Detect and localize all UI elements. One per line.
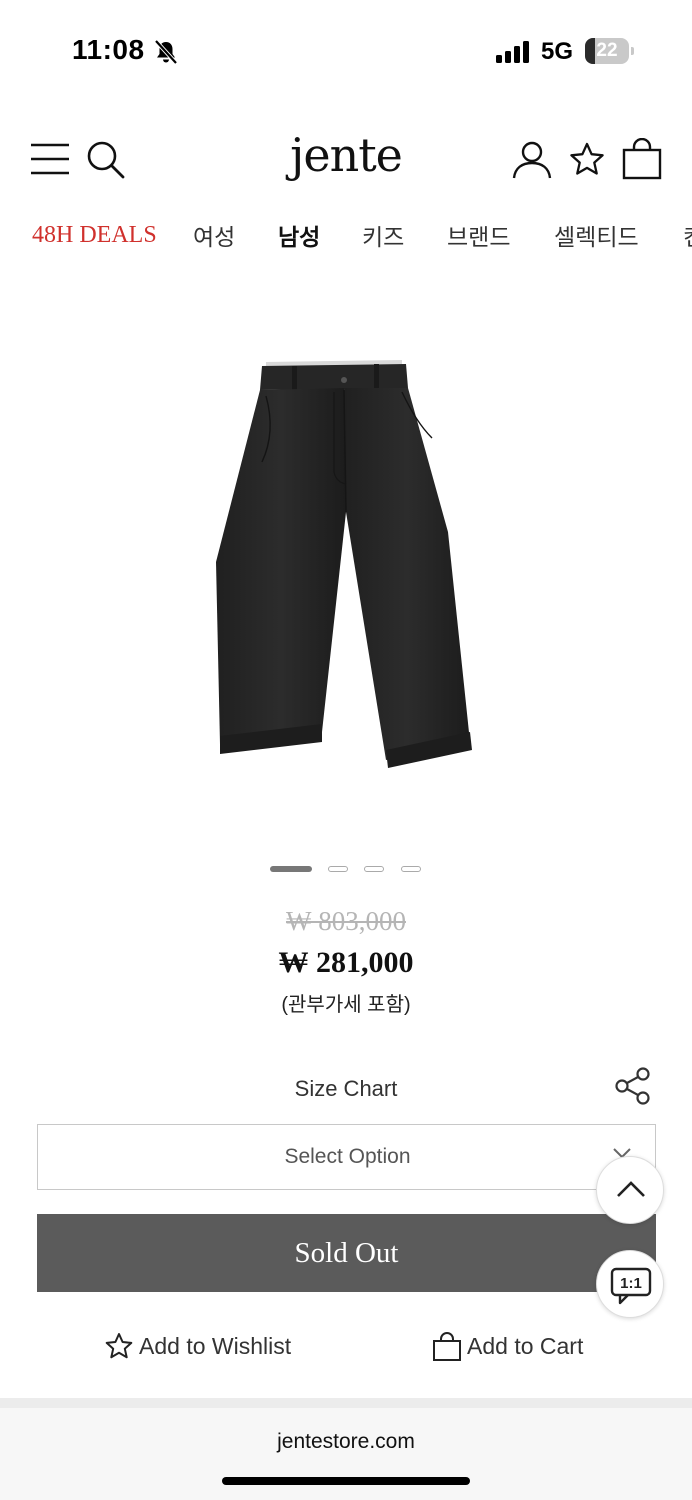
wishlist-label: Add to Wishlist [139,1333,292,1359]
site-logo[interactable]: jente [246,128,446,182]
star-icon[interactable] [568,141,606,179]
signal-icon [496,41,529,63]
option-select[interactable]: Select Option [37,1124,656,1190]
battery-icon: 22 [585,38,635,64]
chat-bubble-icon: 1:1 [610,1267,652,1305]
star-outline-icon [105,1333,133,1359]
option-select-value: Select Option [284,1145,411,1168]
browser-url-bar[interactable]: jentestore.com [0,1408,692,1500]
battery-level: 22 [596,40,618,61]
bag-icon [433,1332,461,1361]
original-price: ₩ 803,000 [286,906,406,936]
chat-label: 1:1 [620,1275,642,1292]
category-nav: 48H DEALS 여성 남성 키즈 브랜드 셀렉티드 컨 [0,218,692,258]
status-bar: 11:08 5G 22 [0,0,692,100]
home-indicator[interactable] [222,1477,470,1485]
carousel-dot[interactable] [328,866,348,872]
size-chart-link[interactable]: Size Chart [246,1076,446,1102]
share-icon[interactable] [614,1066,652,1106]
nav-item-brands[interactable]: 브랜드 [447,218,510,252]
nav-item-more[interactable]: 컨 [683,218,692,252]
price-block: ₩ 803,000 ₩ 281,000 (관부가세 포함) [0,906,692,1017]
carousel-indicator [270,866,430,876]
scroll-to-top-button[interactable] [596,1156,664,1224]
search-icon[interactable] [86,140,126,180]
url-text[interactable]: jentestore.com [0,1430,692,1454]
carousel-dot[interactable] [364,866,384,872]
nav-item-women[interactable]: 여성 [193,218,235,252]
shopping-bag-icon[interactable] [622,138,662,180]
sale-price: ₩ 281,000 [278,946,414,979]
nav-item-selected[interactable]: 셀렉티드 [554,218,639,252]
sold-out-button[interactable]: Sold Out [37,1214,656,1292]
product-image[interactable] [196,352,496,772]
site-header: jente [0,120,692,200]
carousel-dot-active[interactable] [270,866,312,872]
carousel-dot[interactable] [401,866,421,872]
chat-button[interactable]: 1:1 [596,1250,664,1318]
network-label: 5G [541,38,574,65]
nav-item-48h-deals[interactable]: 48H DEALS [32,222,157,249]
menu-icon[interactable] [30,142,70,176]
bell-off-icon [154,39,178,65]
nav-item-kids[interactable]: 키즈 [362,218,404,252]
price-note: (관부가세 포함) [281,994,411,1016]
chevron-up-icon [617,1181,645,1197]
status-time: 11:08 [72,34,145,65]
footer-divider [0,1398,692,1408]
cart-label: Add to Cart [467,1333,584,1359]
user-icon[interactable] [512,140,552,180]
nav-item-men[interactable]: 남성 [278,218,320,252]
